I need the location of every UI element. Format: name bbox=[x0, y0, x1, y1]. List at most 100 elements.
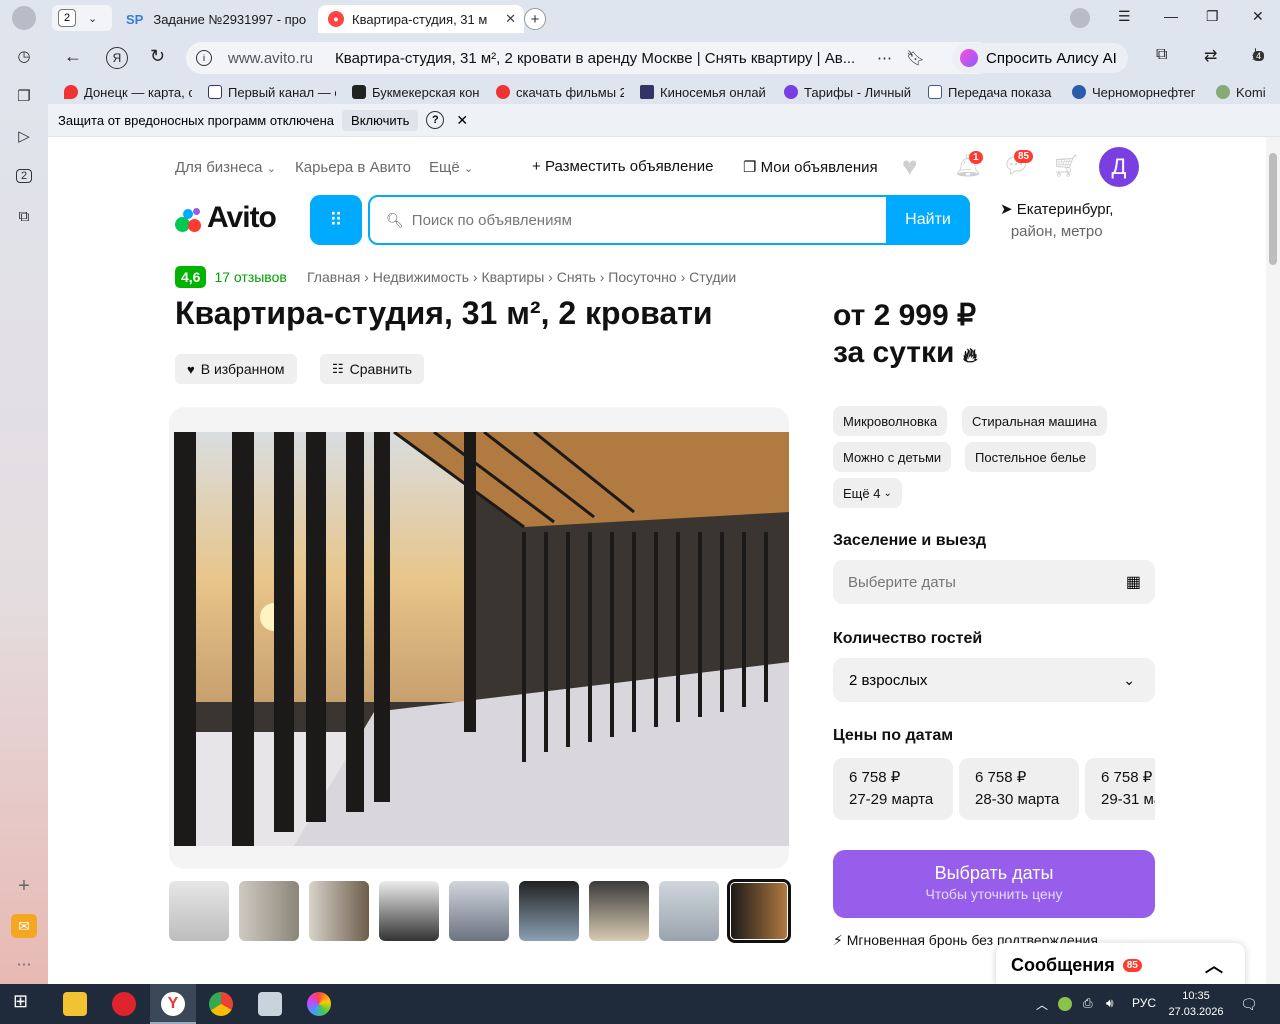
bookmark-icon[interactable]: 🔖︎ bbox=[906, 49, 925, 67]
thumbnail[interactable] bbox=[519, 881, 579, 941]
bookmark-item[interactable]: Komi bbox=[1216, 85, 1276, 100]
tray-app-icon[interactable] bbox=[1058, 997, 1072, 1011]
windows-taskbar: ⊞ Y ︿ ⎙ 🔊︎ РУС 10:35 27.03.2026 🗨︎ bbox=[0, 984, 1280, 1024]
history-icon[interactable]: ◷ bbox=[10, 42, 38, 70]
bookmark-item[interactable]: Первый канал — с bbox=[208, 85, 336, 100]
close-window-icon[interactable]: ✕ bbox=[1252, 8, 1264, 25]
collections-icon[interactable]: ❐ bbox=[10, 82, 38, 110]
avito-favicon-icon: ● bbox=[328, 11, 344, 27]
drop-icon bbox=[1072, 85, 1086, 99]
chevron-up-icon[interactable]: ︿ bbox=[1205, 952, 1223, 978]
date-price: 6 758 ₽ bbox=[1101, 769, 1153, 786]
tab-avito[interactable]: ● Квартира-студия, 31 м ✕ bbox=[318, 5, 524, 33]
menu-icon[interactable]: ☰ bbox=[1118, 8, 1131, 25]
more-icon[interactable]: ⋯ bbox=[10, 950, 38, 978]
chevron-down-icon: ⌄ bbox=[266, 163, 276, 175]
bookmark-item[interactable]: Донецк — карта, с bbox=[64, 85, 192, 100]
thumbnail[interactable] bbox=[449, 881, 509, 941]
readings-icon bbox=[928, 85, 942, 99]
heart-icon: ♥ bbox=[187, 361, 195, 377]
site-info-icon[interactable]: i bbox=[196, 50, 212, 66]
add-panel-icon[interactable]: + bbox=[10, 872, 38, 900]
tray-chevron-icon[interactable]: ︿ bbox=[1036, 996, 1048, 1013]
scrollbar-thumb[interactable] bbox=[1269, 153, 1277, 265]
date-price-card[interactable]: 6 758 ₽ 28-30 марта bbox=[959, 758, 1079, 820]
seller-rating[interactable]: 4,6 17 отзывов bbox=[175, 266, 287, 288]
choose-dates-button[interactable]: Выбрать даты Чтобы уточнить цену bbox=[833, 850, 1155, 918]
reviews-link[interactable]: 17 отзывов bbox=[214, 269, 286, 285]
lightning-icon: ⚡︎ bbox=[833, 932, 843, 948]
start-icon[interactable]: ⊞ bbox=[13, 991, 37, 1015]
play-icon[interactable]: ▷ bbox=[10, 122, 38, 150]
main-photo[interactable] bbox=[169, 407, 789, 869]
bookmark-item[interactable]: Черноморнефтег bbox=[1072, 85, 1200, 100]
date-price-card[interactable]: 6 758 ₽ 27-29 марта bbox=[833, 758, 953, 820]
tab-task[interactable]: SP Задание №2931997 - про bbox=[126, 5, 318, 33]
categories-button[interactable]: ⠿ bbox=[310, 195, 362, 245]
more-menu[interactable]: Ещё ⌄ bbox=[429, 159, 473, 176]
clock[interactable]: 10:35 27.03.2026 bbox=[1168, 988, 1224, 1020]
thumbnail[interactable] bbox=[379, 881, 439, 941]
tab-counter[interactable]: 2 ⌄ bbox=[52, 5, 112, 31]
downloads-icon[interactable]: ⤓4 bbox=[1252, 46, 1265, 64]
bookmarks-bar: Донецк — карта, с Первый канал — с Букме… bbox=[48, 80, 1280, 104]
listing-photo bbox=[174, 432, 789, 846]
new-tab-button[interactable]: + bbox=[524, 8, 546, 30]
yandex-taskbar-button[interactable]: Y bbox=[150, 984, 196, 1024]
bookmark-item[interactable]: Букмекерская кон bbox=[352, 85, 480, 100]
help-icon[interactable]: ? bbox=[426, 111, 445, 129]
tab-strip: 2 ⌄ SP Задание №2931997 - про ● Квартира… bbox=[48, 0, 1280, 36]
sidebar-counter[interactable]: 2 bbox=[10, 162, 38, 190]
restore-icon[interactable]: ❐ bbox=[1206, 8, 1219, 25]
more-icon[interactable]: ⋯ bbox=[877, 49, 892, 67]
breadcrumb[interactable]: Главная › Недвижимость › Квартиры › Снят… bbox=[307, 269, 736, 285]
avito-logo[interactable]: Avito bbox=[175, 201, 277, 235]
chrome-icon[interactable] bbox=[209, 992, 233, 1016]
close-notice-icon[interactable]: ✕ bbox=[456, 112, 468, 129]
date-price-card[interactable]: 6 758 ₽ 29-31 ма bbox=[1085, 758, 1155, 820]
page-scrollbar[interactable] bbox=[1266, 137, 1280, 984]
favorite-button[interactable]: ♥ В избранном bbox=[175, 354, 297, 384]
compare-button[interactable]: ☷ Сравнить bbox=[320, 354, 425, 384]
notifications-center-icon[interactable]: 🗨︎ bbox=[1240, 996, 1258, 1013]
close-tab-icon[interactable]: ✕ bbox=[505, 11, 516, 27]
bookmark-item[interactable]: Передача показа bbox=[928, 85, 1056, 100]
thumbnail[interactable] bbox=[589, 881, 649, 941]
translate-icon[interactable]: ⇄ bbox=[1204, 46, 1217, 66]
app-icon[interactable] bbox=[258, 992, 282, 1016]
language-indicator[interactable]: РУС bbox=[1132, 996, 1156, 1010]
mail-icon[interactable]: ✉ bbox=[11, 914, 37, 938]
ask-alice-button[interactable]: Спросить Алису AI bbox=[952, 43, 1128, 73]
bookmark-item[interactable]: Киносемья онлай bbox=[640, 85, 768, 100]
yandex-icon[interactable]: Я bbox=[106, 47, 128, 69]
volume-icon[interactable]: 🔊︎ bbox=[1106, 996, 1114, 1011]
bookmark-label: Первый канал — с bbox=[228, 84, 336, 100]
bookmark-item[interactable]: Тарифы - Личный bbox=[784, 85, 912, 100]
url-bar[interactable]: i www.avito.ru Квартира-студия, 31 м², 2… bbox=[186, 42, 994, 74]
post-ad-link[interactable]: + Разместить объявление bbox=[532, 158, 713, 175]
reload-icon[interactable]: ↻ bbox=[150, 46, 165, 67]
yandex-browser-icon: Y bbox=[161, 992, 185, 1016]
opera-icon[interactable] bbox=[112, 992, 136, 1016]
for-business-menu[interactable]: Для бизнеса ⌄ bbox=[175, 159, 276, 176]
color-app-icon[interactable] bbox=[307, 992, 331, 1016]
thumbnail[interactable] bbox=[169, 881, 229, 941]
thumbnail[interactable] bbox=[659, 881, 719, 941]
account-icon[interactable] bbox=[1070, 8, 1090, 28]
back-icon[interactable]: ← bbox=[64, 46, 82, 67]
extensions-icon[interactable]: ⧉ bbox=[1156, 46, 1167, 64]
explorer-icon[interactable] bbox=[63, 992, 87, 1016]
minimize-icon[interactable]: — bbox=[1164, 8, 1178, 24]
network-icon[interactable]: ⎙ bbox=[1083, 996, 1093, 1011]
career-link[interactable]: Карьера в Авито bbox=[295, 159, 411, 176]
profile-avatar[interactable] bbox=[12, 6, 36, 30]
thumbnail[interactable] bbox=[239, 881, 299, 941]
enable-protection-button[interactable]: Включить bbox=[342, 109, 419, 131]
bookmark-item[interactable]: скачать фильмы 2 bbox=[496, 85, 624, 100]
thumbnail[interactable] bbox=[309, 881, 369, 941]
thumbnail-selected[interactable] bbox=[727, 879, 791, 943]
map-pin-icon bbox=[64, 85, 78, 99]
messages-panel[interactable]: Сообщения 85 ︿ bbox=[996, 943, 1245, 984]
screenshot-icon[interactable]: ⧉ bbox=[10, 202, 38, 230]
bookmark-label: Тарифы - Личный bbox=[804, 84, 912, 100]
